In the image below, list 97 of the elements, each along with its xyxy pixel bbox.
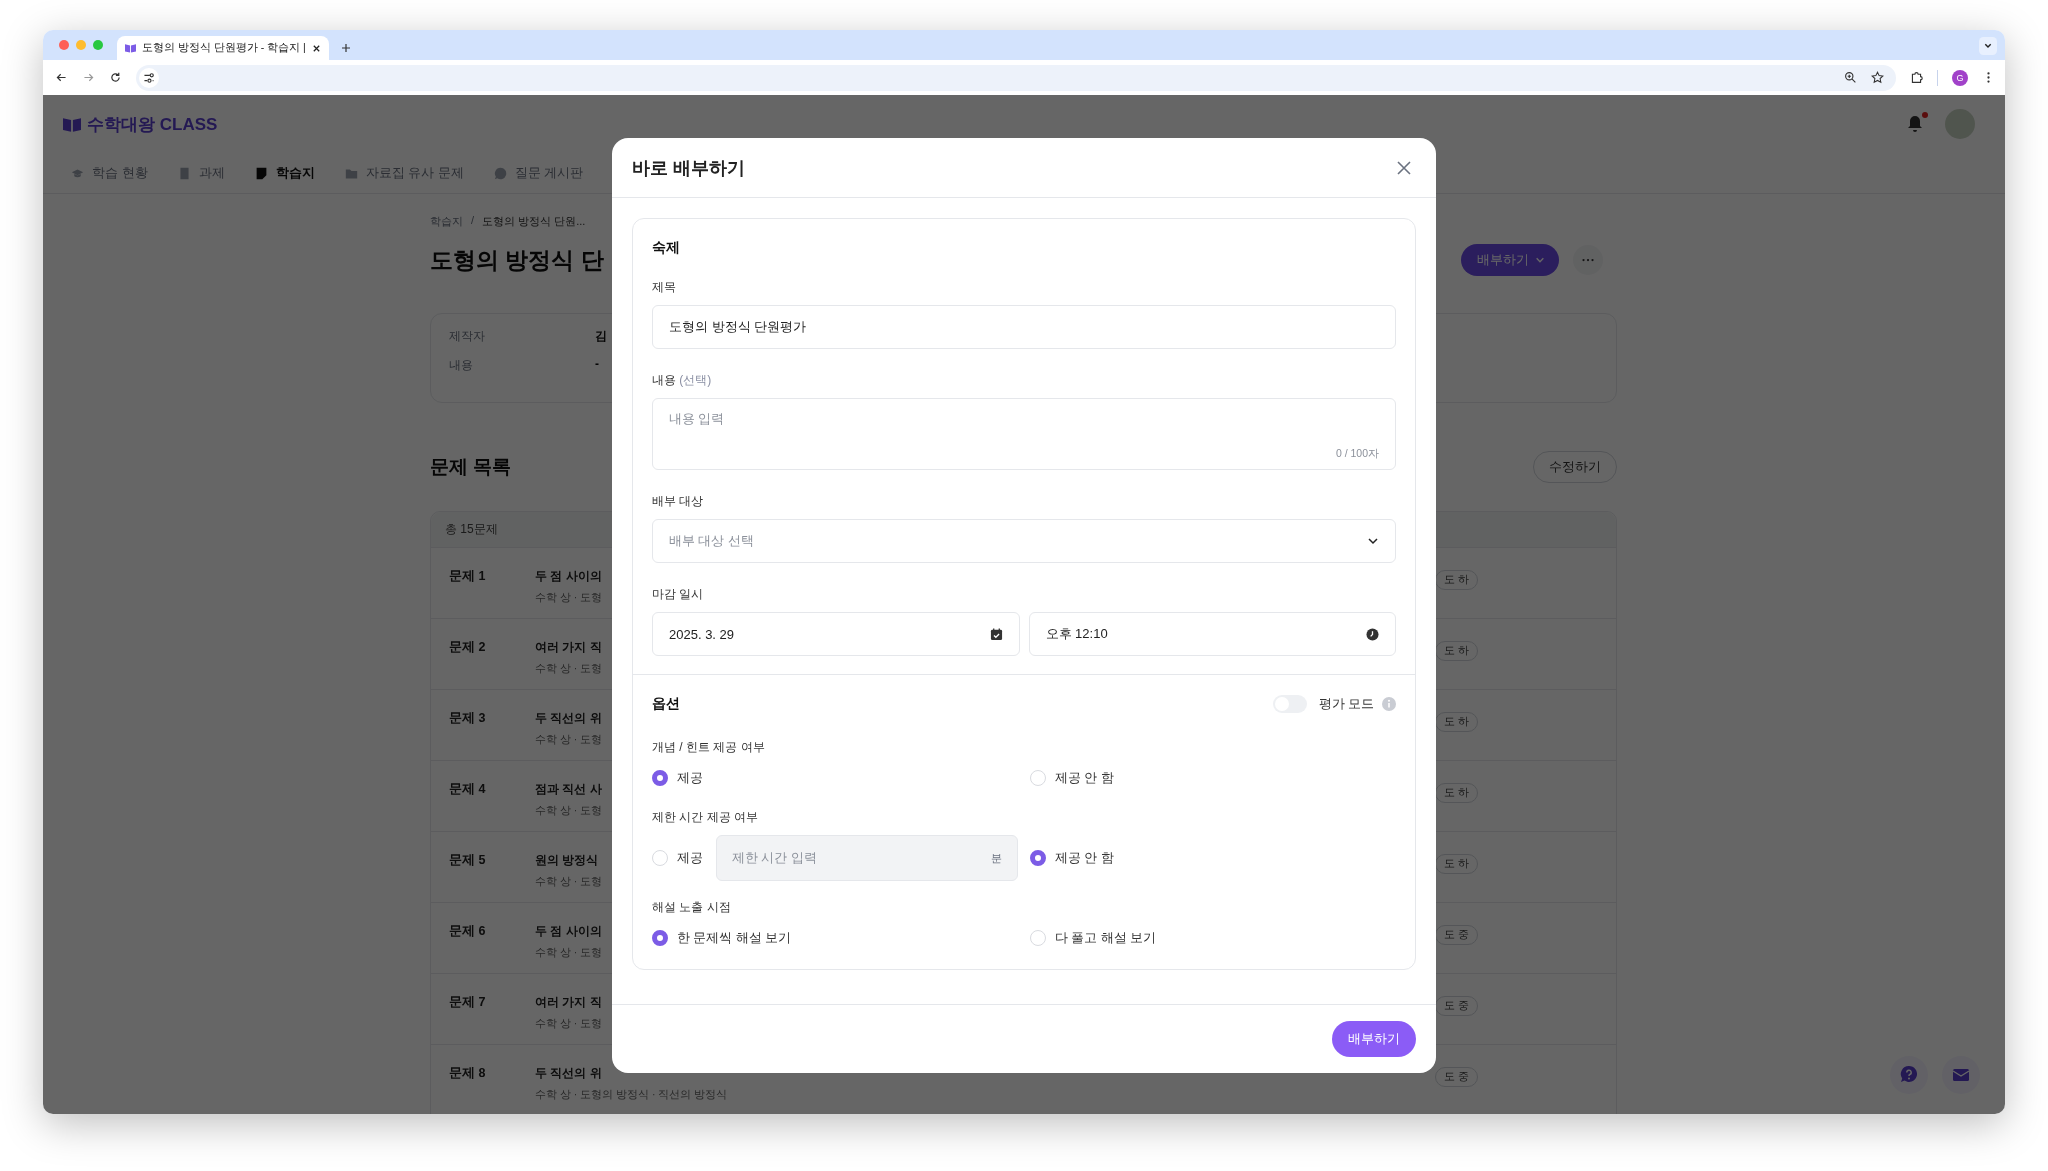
- problem-number: 문제 6: [449, 923, 487, 940]
- nav-tab[interactable]: 과제: [177, 164, 225, 182]
- problem-meta: 수학 상 · 도형의 방정식 · 직선의 방정식: [535, 1088, 728, 1102]
- problem-number: 문제 5: [449, 852, 487, 869]
- info-label: 제작자: [449, 328, 486, 345]
- distribute-button[interactable]: 배부하기: [1461, 244, 1559, 276]
- chevron-down-icon: [1535, 255, 1545, 265]
- note-icon: [254, 166, 268, 180]
- breadcrumb-separator: /: [471, 214, 475, 228]
- problem-meta: 수학 상 · 도형: [535, 1017, 603, 1031]
- section-heading: 숙제: [652, 239, 681, 257]
- field-label: 배부 대상: [652, 493, 705, 510]
- chevron-down-icon: [1367, 535, 1379, 547]
- book-icon: [125, 43, 136, 53]
- zoom-icon[interactable]: [1844, 71, 1857, 84]
- problem-meta: 수학 상 · 도형: [535, 733, 603, 747]
- problem-title[interactable]: 두 점 사이의: [535, 923, 603, 940]
- graduation-cap-icon: [71, 166, 84, 180]
- folder-icon: [344, 166, 358, 180]
- maximize-window-button[interactable]: [93, 40, 103, 50]
- problem-title[interactable]: 두 점 사이의: [535, 568, 603, 585]
- edit-button[interactable]: 수정하기: [1533, 451, 1617, 483]
- calendar-icon: [989, 627, 1003, 641]
- new-tab-icon[interactable]: [340, 43, 351, 53]
- dialog-title: 바로 배부하기: [632, 156, 745, 180]
- browser-tab[interactable]: 도형의 방정식 단원평가 - 학습지 |: [117, 36, 329, 60]
- unit-label: 분: [991, 850, 1002, 866]
- document-icon: [177, 166, 191, 180]
- problem-title[interactable]: 여러 가지 직: [535, 639, 603, 656]
- character-count: 0 / 100자: [1335, 447, 1379, 461]
- profile-avatar[interactable]: G: [1952, 69, 1968, 86]
- section-title: 문제 목록: [430, 455, 512, 479]
- radio-label[interactable]: 제공 안 함: [1055, 849, 1114, 867]
- info-value: -: [595, 357, 599, 373]
- option-label: 해설 노출 시점: [652, 899, 732, 916]
- help-chat-icon: [1899, 1065, 1919, 1085]
- problem-title[interactable]: 여러 가지 직: [535, 994, 603, 1011]
- star-icon[interactable]: [1871, 71, 1884, 84]
- mail-button[interactable]: [1942, 1056, 1980, 1094]
- nav-tab[interactable]: 학습지: [254, 164, 315, 182]
- radio-button[interactable]: [652, 770, 668, 786]
- distribute-button[interactable]: 배부하기: [1332, 1021, 1416, 1057]
- nav-tab[interactable]: 자료집 유사 문제: [344, 164, 464, 182]
- field-label: 제목: [652, 279, 677, 296]
- toggle-label: 평가 모드: [1318, 695, 1374, 713]
- nav-tab[interactable]: 학습 현황: [71, 164, 148, 182]
- option-label: 제한 시간 제공 여부: [652, 809, 759, 826]
- problem-number: 문제 2: [449, 639, 487, 656]
- page-title: 도형의 방정식 단: [430, 245, 604, 275]
- more-horizontal-icon: [1582, 258, 1594, 262]
- problem-number: 문제 1: [449, 568, 487, 585]
- content-field[interactable]: 내용 입력 0 / 100자: [652, 398, 1396, 470]
- radio-label[interactable]: 제공: [677, 849, 703, 867]
- problem-title[interactable]: 원의 방정식: [535, 852, 603, 869]
- time-field[interactable]: 오후 12:10: [1028, 612, 1396, 656]
- date-field[interactable]: 2025. 3. 29: [652, 612, 1020, 656]
- chevron-down-icon[interactable]: [1979, 37, 1997, 55]
- field-label: 내용 (선택): [652, 372, 713, 389]
- back-icon[interactable]: [55, 71, 68, 84]
- forward-icon[interactable]: [82, 71, 95, 84]
- book-icon: [63, 116, 81, 132]
- extensions-icon[interactable]: [1910, 71, 1923, 84]
- radio-button[interactable]: [652, 930, 668, 946]
- radio-label[interactable]: 제공 안 함: [1055, 769, 1114, 787]
- info-value: 김: [595, 328, 607, 345]
- close-window-button[interactable]: [59, 40, 69, 50]
- problem-meta: 수학 상 · 도형: [535, 804, 603, 818]
- total-count: 총 15문제: [445, 521, 498, 538]
- radio-label[interactable]: 다 풀고 해설 보기: [1055, 929, 1157, 947]
- clock-icon: [1366, 627, 1379, 641]
- reload-icon[interactable]: [109, 71, 122, 84]
- option-label: 개념 / 힌트 제공 여부: [652, 739, 766, 756]
- problem-meta: 수학 상 · 도형: [535, 946, 603, 960]
- problem-number: 문제 3: [449, 710, 487, 727]
- problem-title[interactable]: 두 직선의 위: [535, 710, 603, 727]
- close-icon[interactable]: [311, 43, 321, 53]
- problem-meta: 수학 상 · 도형: [535, 875, 603, 889]
- help-button[interactable]: [1890, 1056, 1928, 1094]
- problem-number: 문제 7: [449, 994, 487, 1011]
- breadcrumb-current: 도형의 방정식 단원...: [482, 214, 586, 229]
- app-logo[interactable]: 수학대왕 CLASS: [87, 112, 218, 136]
- radio-label[interactable]: 제공: [677, 769, 703, 787]
- nav-tab[interactable]: 질문 게시판: [493, 164, 584, 182]
- chat-icon: [493, 166, 507, 180]
- problem-number: 문제 8: [449, 1065, 487, 1082]
- time-limit-field[interactable]: 제한 시간 입력 분: [716, 835, 1018, 881]
- problem-meta: 수학 상 · 도형: [535, 662, 603, 676]
- target-select[interactable]: 배부 대상 선택: [652, 519, 1396, 563]
- radio-label[interactable]: 한 문제씩 해설 보기: [677, 929, 792, 947]
- radio-button[interactable]: [1030, 850, 1046, 866]
- title-field[interactable]: 도형의 방정식 단원평가: [652, 305, 1396, 349]
- problem-number: 문제 4: [449, 781, 487, 798]
- site-settings-icon[interactable]: [139, 67, 159, 88]
- problem-meta: 수학 상 · 도형: [535, 591, 603, 605]
- field-label: 마감 일시: [652, 586, 705, 603]
- section-heading: 옵션: [652, 695, 680, 713]
- problem-title[interactable]: 점과 직선 사: [535, 781, 603, 798]
